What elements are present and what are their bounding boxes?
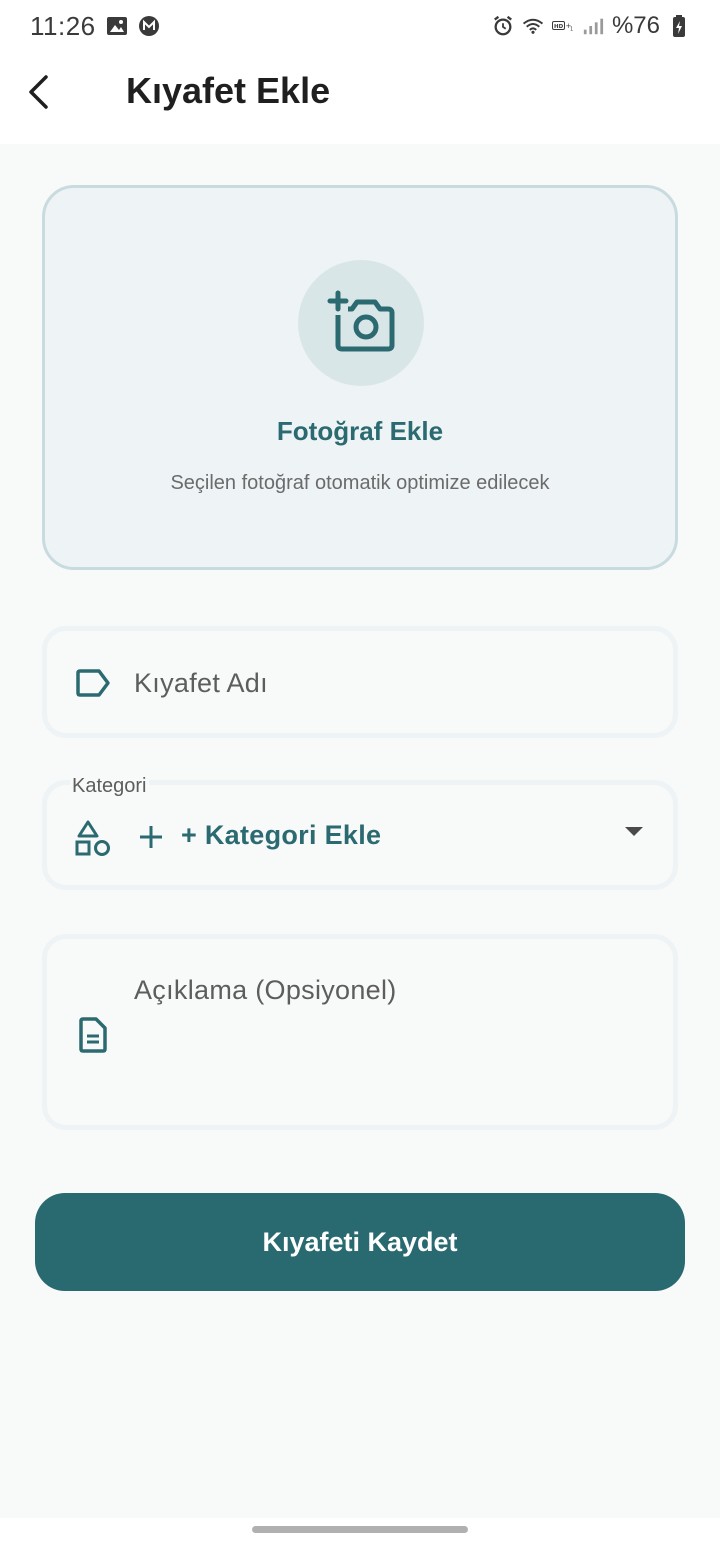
wifi-icon bbox=[522, 15, 544, 37]
status-bar: 11:26 HD +1 %76 bbox=[0, 0, 720, 52]
plus-icon bbox=[139, 825, 163, 849]
document-icon bbox=[78, 1017, 108, 1053]
app-bar: Kıyafet Ekle bbox=[0, 52, 720, 144]
description-placeholder: Açıklama (Opsiyonel) bbox=[134, 975, 397, 1005]
chevron-left-icon bbox=[26, 74, 54, 115]
status-left: 11:26 bbox=[30, 11, 160, 42]
add-photo-card[interactable]: Fotoğraf Ekle Seçilen fotoğraf otomatik … bbox=[42, 185, 678, 570]
add-camera-icon bbox=[326, 289, 396, 358]
clothing-name-field[interactable]: Kıyafet Adı bbox=[42, 626, 678, 738]
chevron-down-icon bbox=[625, 827, 643, 836]
save-clothing-button[interactable]: Kıyafeti Kaydet bbox=[35, 1193, 685, 1291]
svg-text:1: 1 bbox=[570, 27, 573, 33]
photo-icon-circle bbox=[298, 260, 424, 386]
m-icon bbox=[138, 15, 160, 37]
back-button[interactable] bbox=[18, 72, 62, 116]
system-nav-bar bbox=[0, 1518, 720, 1544]
category-value: + Kategori Ekle bbox=[181, 820, 382, 850]
clothing-name-placeholder: Kıyafet Adı bbox=[134, 668, 268, 698]
description-field[interactable]: Açıklama (Opsiyonel) bbox=[42, 934, 678, 1130]
status-right: HD +1 %76 bbox=[492, 12, 690, 40]
battery-icon bbox=[668, 15, 690, 37]
alarm-icon bbox=[492, 15, 514, 37]
page-title: Kıyafet Ekle bbox=[126, 70, 331, 111]
hd-icon: HD +1 bbox=[551, 15, 574, 37]
gallery-icon bbox=[106, 15, 128, 37]
signal-icon bbox=[582, 15, 604, 37]
photo-title: Fotoğraf Ekle bbox=[276, 416, 444, 446]
photo-subtitle: Seçilen fotoğraf otomatik optimize edile… bbox=[170, 472, 550, 494]
label-icon bbox=[75, 669, 111, 697]
status-time: 11:26 bbox=[30, 10, 96, 41]
shapes-icon bbox=[75, 819, 111, 857]
battery-percent: %76 bbox=[611, 12, 660, 39]
svg-text:HD: HD bbox=[554, 24, 564, 30]
home-indicator[interactable] bbox=[252, 1526, 468, 1533]
category-label: Kategori bbox=[70, 775, 149, 798]
